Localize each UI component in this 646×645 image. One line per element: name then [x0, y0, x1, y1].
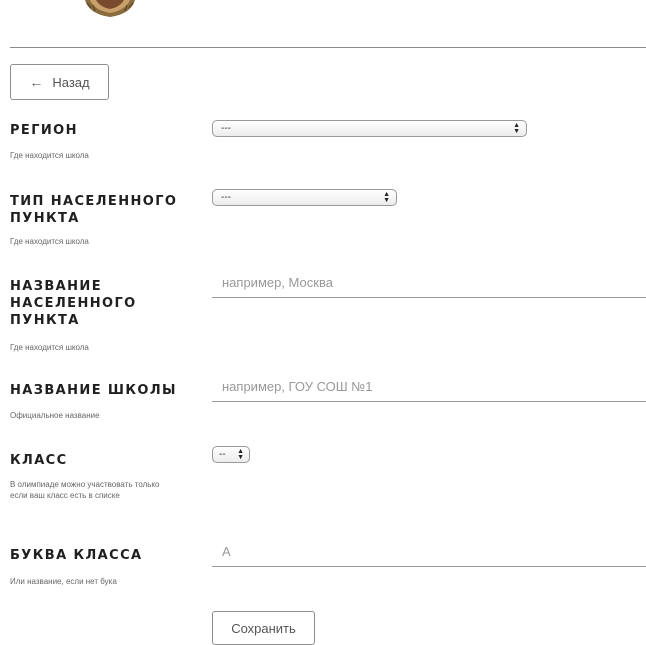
settlement-type-hint: Где находится школа [10, 237, 89, 246]
grade-hint: В олимпиаде можно участвовать только есл… [10, 480, 160, 500]
grade-label: Класс [10, 453, 68, 468]
updown-arrows-icon: ▲ ▼ [513, 121, 520, 135]
region-select-value: --- [221, 123, 231, 134]
emblem-icon [84, 0, 136, 20]
grade-letter-label: Буква класса [10, 548, 143, 563]
grade-letter-hint: Или название, если нет бука [10, 577, 117, 586]
grade-select[interactable]: -- ▲ ▼ [212, 446, 250, 463]
region-hint: Где находится школа [10, 151, 89, 160]
school-name-input[interactable] [212, 376, 646, 402]
settlement-name-input[interactable] [212, 272, 646, 298]
region-select[interactable]: --- ▲ ▼ [212, 120, 527, 137]
updown-arrows-icon: ▲ ▼ [383, 190, 390, 204]
settlement-name-hint: Где находится школа [10, 343, 89, 352]
save-button-label: Сохранить [231, 620, 296, 636]
settlement-type-label: Тип населенного пункта [10, 194, 178, 226]
grade-select-value: -- [219, 449, 226, 460]
back-button[interactable]: ← Назад [10, 64, 109, 100]
school-name-label: Название школы [10, 383, 177, 398]
back-button-label: Назад [52, 74, 90, 90]
settlement-type-select-value: --- [221, 192, 231, 203]
updown-arrows-icon: ▲ ▼ [237, 447, 244, 461]
school-name-hint: Официальное название [10, 411, 100, 420]
grade-letter-input[interactable] [212, 541, 646, 567]
region-label: Регион [10, 123, 78, 138]
settlement-type-select[interactable]: --- ▲ ▼ [212, 189, 397, 206]
header-divider [10, 47, 646, 48]
settlement-name-label: Название населенного пункта [10, 279, 137, 328]
arrow-left-icon: ← [29, 74, 44, 90]
